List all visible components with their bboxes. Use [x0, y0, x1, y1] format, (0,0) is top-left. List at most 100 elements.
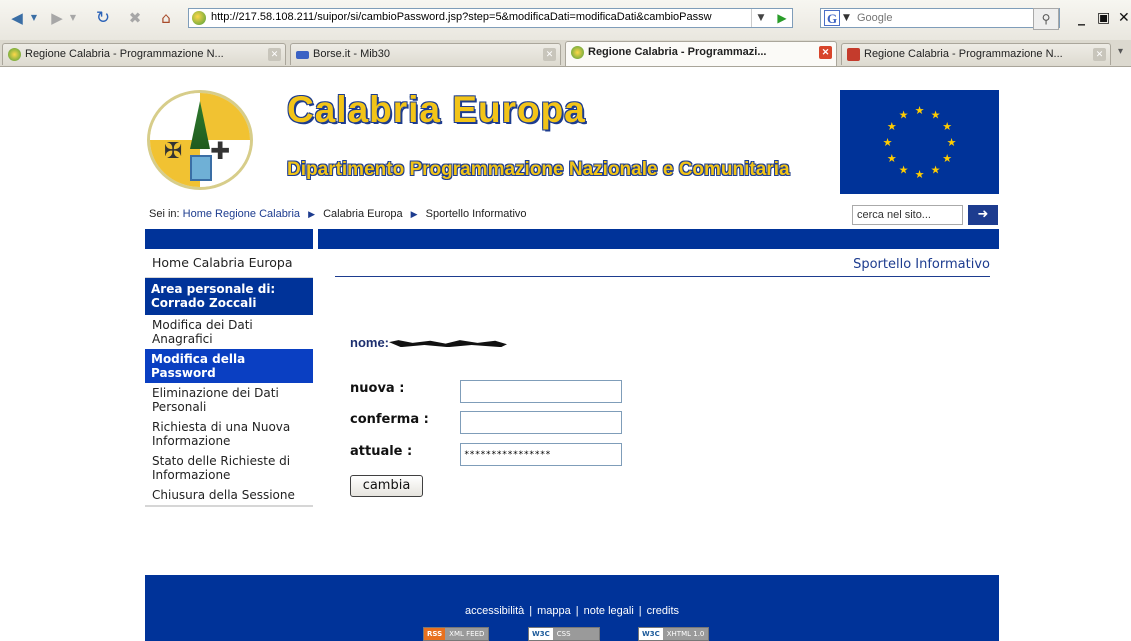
site-subtitle: Dipartimento Programmazione Nazionale e …	[287, 159, 790, 180]
conferma-password-field[interactable]	[460, 411, 622, 434]
section-title: Sportello Informativo	[853, 257, 990, 272]
footer-link-mappa[interactable]: mappa	[537, 605, 571, 617]
footer-links: accessibilità | mappa | note legali | credits	[464, 605, 680, 617]
left-blue-bar	[145, 229, 313, 249]
eu-star-icon: ★	[931, 108, 941, 121]
personal-area-label: Area personale di:	[151, 282, 276, 296]
back-icon[interactable]: ◀	[6, 8, 28, 28]
search-engine-box[interactable]: G ▼ ⚲	[820, 8, 1060, 30]
tab-favicon-icon	[8, 48, 21, 61]
calabria-crest-logo[interactable]: ✠ ✚	[147, 90, 253, 190]
breadcrumb-bar: Sei in: Home Regione Calabria ▶ Calabria…	[145, 204, 999, 228]
restore-icon[interactable]: ▣	[1097, 10, 1110, 26]
eu-flag-logo: ★ ★ ★ ★ ★ ★ ★ ★ ★ ★ ★ ★	[840, 90, 999, 194]
address-bar[interactable]: http://217.58.108.211/suipor/si/cambioPa…	[188, 8, 793, 28]
engine-dropdown-icon[interactable]: ▼	[843, 9, 850, 27]
attuale-password-field[interactable]	[460, 443, 622, 466]
home-icon[interactable]: ⌂	[155, 8, 177, 28]
attuale-label: attuale :	[350, 444, 413, 459]
tab-favicon-icon	[296, 51, 309, 59]
eu-star-icon: ★	[947, 136, 957, 149]
site-favicon-icon	[192, 11, 206, 25]
tab-label: Regione Calabria - Programmazi...	[588, 46, 767, 58]
w3c-css-badge[interactable]: W3C CSS	[528, 627, 600, 641]
stop-icon[interactable]: ✖	[124, 8, 146, 28]
personal-area-user: Corrado Zoccali	[151, 296, 257, 310]
sidebar-item-richiesta-informazione[interactable]: Richiesta di una Nuova Informazione	[145, 417, 313, 451]
forward-icon[interactable]: ▶	[46, 8, 68, 28]
url-dropdown-icon[interactable]: ▼	[751, 9, 770, 27]
footer-link-accessibilita[interactable]: accessibilità	[465, 605, 524, 617]
site-title: Calabria Europa	[287, 89, 586, 130]
tab-regione-calabria-1[interactable]: Regione Calabria - Programmazione N... ✕	[2, 43, 286, 65]
breadcrumb-prefix: Sei in:	[149, 208, 180, 220]
site-search-input[interactable]	[853, 206, 961, 224]
eu-star-icon: ★	[942, 120, 952, 133]
breadcrumb-sportello[interactable]: Sportello Informativo	[426, 208, 527, 220]
user-name-line: nome:	[350, 335, 507, 350]
sidebar: Home Calabria Europa Area personale di: …	[145, 252, 313, 507]
tab-scroll-icon[interactable]: ▾	[1118, 46, 1123, 57]
breadcrumb-calabria-europa[interactable]: Calabria Europa	[323, 208, 403, 220]
tab-label: Borse.it - Mib30	[313, 48, 391, 60]
eu-star-icon: ★	[915, 104, 925, 117]
eu-star-icon: ★	[915, 168, 925, 181]
eu-star-icon: ★	[899, 108, 909, 121]
site-header: ✠ ✚ Calabria Europa Dipartimento Program…	[145, 89, 999, 194]
sidebar-item-chiusura-sessione[interactable]: Chiusura della Sessione	[145, 485, 313, 507]
minimize-icon[interactable]: _	[1078, 10, 1085, 26]
footer-link-credits[interactable]: credits	[647, 605, 679, 617]
url-text[interactable]: http://217.58.108.211/suipor/si/cambioPa…	[211, 11, 716, 23]
tab-close-icon[interactable]: ✕	[543, 48, 556, 61]
eu-star-icon: ★	[942, 152, 952, 165]
tab-bar: Regione Calabria - Programmazione N... ✕…	[0, 40, 1131, 67]
eu-star-icon: ★	[931, 164, 941, 177]
cambia-button[interactable]: cambia	[350, 475, 423, 497]
tab-regione-calabria-3[interactable]: Regione Calabria - Programmazione N... ✕	[841, 43, 1111, 65]
eu-star-icon: ★	[883, 136, 893, 149]
nome-label: nome:	[350, 335, 389, 350]
w3c-xhtml-badge[interactable]: W3C XHTML 1.0	[638, 627, 710, 641]
breadcrumb-home-regione[interactable]: Home Regione Calabria	[183, 208, 300, 220]
sidebar-item-home[interactable]: Home Calabria Europa	[145, 252, 313, 278]
site-search-box[interactable]	[852, 205, 963, 225]
tab-close-icon[interactable]: ✕	[819, 46, 832, 59]
browser-search-input[interactable]	[857, 10, 1007, 26]
tab-close-icon[interactable]: ✕	[1093, 48, 1106, 61]
magnifier-icon[interactable]: ⚲	[1033, 8, 1059, 30]
cross-icon: ✚	[210, 137, 231, 165]
browser-toolbar: ◀ ▼ ▶ ▼ ↻ ✖ ⌂ http://217.58.108.211/suip…	[0, 0, 1131, 41]
breadcrumb-arrow-icon: ▶	[308, 209, 316, 219]
column-icon	[190, 155, 212, 181]
sidebar-item-modifica-password[interactable]: Modifica della Password	[145, 349, 313, 383]
rss-feed-badge[interactable]: RSS XML FEED	[423, 627, 490, 641]
nuova-password-field[interactable]	[460, 380, 622, 403]
eu-star-icon: ★	[899, 164, 909, 177]
breadcrumb: Sei in: Home Regione Calabria ▶ Calabria…	[149, 208, 527, 220]
redacted-name	[389, 340, 507, 348]
site-search-arrow-icon[interactable]: ➜	[968, 205, 998, 225]
forward-dropdown-icon[interactable]: ▼	[68, 8, 78, 28]
sidebar-item-eliminazione-dati[interactable]: Eliminazione dei Dati Personali	[145, 383, 313, 417]
back-dropdown-icon[interactable]: ▼	[29, 8, 39, 28]
nuova-label: nuova :	[350, 381, 405, 396]
tab-close-icon[interactable]: ✕	[268, 48, 281, 61]
site-footer: accessibilità | mappa | note legali | credits …	[145, 575, 999, 641]
tab-favicon-icon	[847, 48, 860, 61]
tab-regione-calabria-active[interactable]: Regione Calabria - Programmazi... ✕	[565, 41, 837, 66]
close-window-icon[interactable]: ✕	[1118, 10, 1130, 26]
tab-borse[interactable]: Borse.it - Mib30 ✕	[290, 43, 561, 65]
tab-favicon-icon	[571, 46, 584, 59]
eu-star-icon: ★	[887, 152, 897, 165]
footer-link-note-legali[interactable]: note legali	[584, 605, 634, 617]
section-divider	[335, 276, 990, 277]
google-icon[interactable]: G	[824, 10, 840, 26]
sidebar-item-modifica-dati[interactable]: Modifica dei Dati Anagrafici	[145, 315, 313, 349]
reload-icon[interactable]: ↻	[92, 8, 114, 28]
breadcrumb-arrow-icon: ▶	[410, 209, 418, 219]
right-blue-bar	[318, 229, 999, 249]
sidebar-item-stato-richieste[interactable]: Stato delle Richieste di Informazione	[145, 451, 313, 485]
go-icon[interactable]: ▶	[774, 10, 790, 26]
conferma-label: conferma :	[350, 412, 429, 427]
eu-stars-icon: ★ ★★★★★★★★★★★	[883, 104, 957, 181]
